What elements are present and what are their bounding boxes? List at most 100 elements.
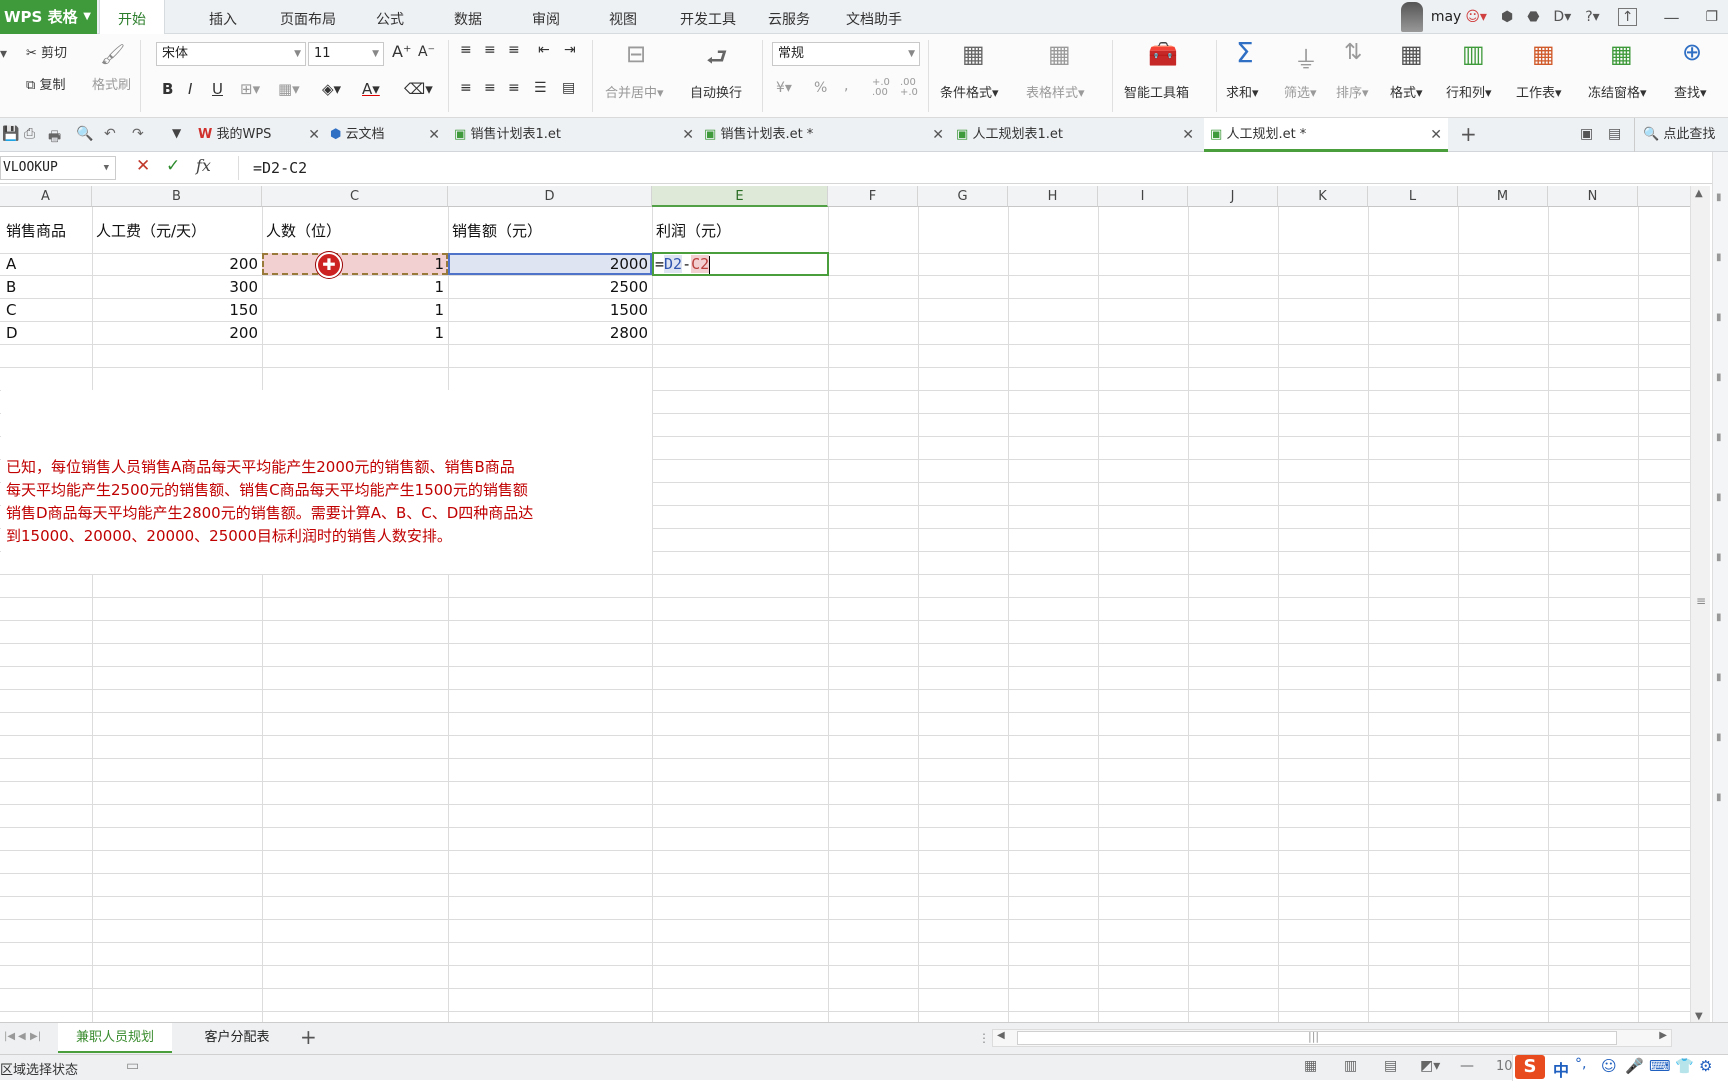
name-box[interactable]: VLOOKUP ▼ xyxy=(0,156,116,180)
tab-insert[interactable]: 插入 xyxy=(190,0,256,34)
indent-decrease-icon[interactable]: ⇤ xyxy=(538,42,550,58)
column-header-h[interactable]: H xyxy=(1008,186,1098,207)
cell-b5[interactable]: 200 xyxy=(92,322,258,344)
align-right-icon[interactable]: ≡ xyxy=(508,80,520,96)
increase-font-icon[interactable]: A⁺ xyxy=(392,42,411,61)
cell-c2[interactable]: 1 xyxy=(262,253,444,275)
close-icon[interactable]: ✕ xyxy=(682,118,694,152)
distributed-icon[interactable]: ▤ xyxy=(562,80,575,96)
panel-select-icon[interactable]: ▮ xyxy=(1716,252,1722,263)
close-icon[interactable]: ✕ xyxy=(1182,118,1194,152)
cell-border-icon[interactable]: ▦▾ xyxy=(278,80,300,98)
skin-icon[interactable]: 👕 xyxy=(1675,1057,1694,1075)
header-cell-profit[interactable]: 利润（元） xyxy=(656,220,731,242)
sheet-tab-part-time-planning[interactable]: 兼职人员规划 xyxy=(58,1023,172,1053)
column-header-j[interactable]: J xyxy=(1188,186,1278,207)
tab-view[interactable]: 视图 xyxy=(593,0,653,34)
panel-share-icon[interactable]: ▮ xyxy=(1716,432,1722,443)
doc-tab-labor-plan[interactable]: ▣ 人工规划.et * ✕ xyxy=(1204,118,1448,152)
collapse-ribbon-icon[interactable]: ↑ xyxy=(1617,8,1638,26)
minimize-icon[interactable]: — xyxy=(1663,8,1679,27)
align-top-icon[interactable]: ≡ xyxy=(460,42,472,58)
merged-note-cell[interactable]: 已知，每位销售人员销售A商品每天平均能产生2000元的销售额、销售B商品 每天平… xyxy=(1,390,652,574)
panel-split-icon[interactable]: ▮ xyxy=(1716,612,1722,623)
emoji-icon[interactable]: ☺ xyxy=(1601,1057,1617,1075)
scroll-grip-icon[interactable]: ≡ xyxy=(1696,594,1706,608)
toolbox-icon[interactable]: ⚙ xyxy=(1699,1057,1712,1075)
close-icon[interactable]: ✕ xyxy=(308,118,320,152)
confirm-formula-icon[interactable]: ✓ xyxy=(166,156,180,176)
align-middle-icon[interactable]: ≡ xyxy=(484,42,496,58)
tab-review[interactable]: 审阅 xyxy=(516,0,576,34)
copy-button[interactable]: ⧉ 复制 xyxy=(26,74,65,93)
increase-decimal-icon[interactable]: +.0.00 xyxy=(872,78,890,98)
table-style-button[interactable]: 表格样式▾ xyxy=(1026,82,1085,101)
cell-c4[interactable]: 1 xyxy=(262,299,444,321)
redo-icon[interactable]: ↷ xyxy=(132,126,144,142)
close-icon[interactable]: ✕ xyxy=(428,118,440,152)
cell-d2[interactable]: 2000 xyxy=(448,253,648,275)
share-icon[interactable]: D▾ xyxy=(1553,9,1571,25)
doc-tab-cloud[interactable]: ⬢ 云文档 ✕ xyxy=(330,118,440,152)
doc-list-icon[interactable]: ▤ xyxy=(1608,126,1621,142)
settings-icon[interactable]: ⬣ xyxy=(1527,9,1539,25)
italic-icon[interactable]: I xyxy=(188,80,192,98)
border-icon[interactable]: ⊞▾ xyxy=(240,80,260,98)
underline-icon[interactable]: U xyxy=(212,80,223,98)
first-sheet-icon[interactable]: |◀ xyxy=(4,1031,15,1042)
paste-icon[interactable]: ▾ xyxy=(0,46,7,62)
close-icon[interactable]: ✕ xyxy=(932,118,944,152)
tab-doc-assistant[interactable]: 文档助手 xyxy=(832,0,916,34)
thousands-icon[interactable]: , xyxy=(844,78,848,94)
header-cell-product[interactable]: 销售商品 xyxy=(6,220,66,242)
sogou-ime-icon[interactable]: S xyxy=(1515,1055,1545,1079)
scroll-right-icon[interactable]: ▶ xyxy=(1659,1030,1667,1041)
cell-d5[interactable]: 2800 xyxy=(448,322,648,344)
doc-tab-sales-plan[interactable]: ▣ 销售计划表.et * ✕ xyxy=(704,118,944,152)
clear-format-icon[interactable]: ⌫▾ xyxy=(404,80,433,98)
column-header-c[interactable]: C xyxy=(262,186,448,207)
font-size-select[interactable]: 11 ▼ xyxy=(308,42,384,66)
format-button[interactable]: 格式▾ xyxy=(1390,82,1423,101)
tab-page-layout[interactable]: 页面布局 xyxy=(268,0,348,34)
panel-new-icon[interactable]: ▮ xyxy=(1716,192,1722,203)
app-menu-button[interactable]: WPS 表格 ▼ xyxy=(0,0,97,34)
new-tab-icon[interactable]: + xyxy=(1460,122,1477,146)
decrease-decimal-icon[interactable]: .00 +.0 xyxy=(900,78,918,98)
panel-backup-icon[interactable]: ▮ xyxy=(1716,732,1722,743)
spreadsheet-grid[interactable]: A B C D E F G H I J K L M N 销售商品 人工费（元/天… xyxy=(0,186,1690,1024)
quick-access-menu-icon[interactable]: ▼ xyxy=(172,126,181,140)
column-header-k[interactable]: K xyxy=(1278,186,1368,207)
cell-b4[interactable]: 150 xyxy=(92,299,258,321)
next-sheet-icon[interactable]: ▶| xyxy=(30,1031,41,1042)
indent-increase-icon[interactable]: ⇥ xyxy=(564,42,576,58)
horizontal-scrollbar[interactable]: ◀ ||| ▶ xyxy=(992,1029,1672,1047)
cell-a5[interactable]: D xyxy=(6,322,18,344)
add-sheet-icon[interactable]: + xyxy=(300,1025,317,1049)
column-header-o[interactable] xyxy=(1638,186,1690,207)
header-cell-labor-cost[interactable]: 人工费（元/天） xyxy=(96,220,206,242)
cell-b3[interactable]: 300 xyxy=(92,276,258,298)
doc-tab-my-wps[interactable]: W 我的WPS ✕ xyxy=(198,118,320,152)
bold-icon[interactable]: B xyxy=(162,80,173,98)
skin-icon[interactable]: ⬢ xyxy=(1501,9,1513,25)
sum-button[interactable]: 求和▾ xyxy=(1226,82,1259,101)
freeze-panes-button[interactable]: 冻结窗格▾ xyxy=(1588,82,1647,101)
undo-icon[interactable]: ↶ xyxy=(104,126,116,142)
column-header-l[interactable]: L xyxy=(1368,186,1458,207)
tab-cloud[interactable]: 云服务 xyxy=(752,0,826,34)
panel-property-icon[interactable]: ▮ xyxy=(1716,372,1722,383)
restore-icon[interactable]: ❐ xyxy=(1705,9,1718,25)
worksheet-button[interactable]: 工作表▾ xyxy=(1516,82,1562,101)
output-pdf-icon[interactable]: ⎙ xyxy=(24,126,35,142)
ime-mode[interactable]: 中 xyxy=(1553,1057,1569,1081)
cell-c3[interactable]: 1 xyxy=(262,276,444,298)
panel-help-icon[interactable]: ▮ xyxy=(1716,792,1722,803)
column-header-n[interactable]: N xyxy=(1548,186,1638,207)
window-mode-icon[interactable]: ▣ xyxy=(1580,126,1593,142)
avatar[interactable] xyxy=(1400,2,1423,32)
percent-icon[interactable]: % xyxy=(814,80,827,96)
help-icon[interactable]: ?▾ xyxy=(1585,9,1599,25)
column-header-d[interactable]: D xyxy=(448,186,652,207)
find-button[interactable]: 查找▾ xyxy=(1674,82,1707,101)
